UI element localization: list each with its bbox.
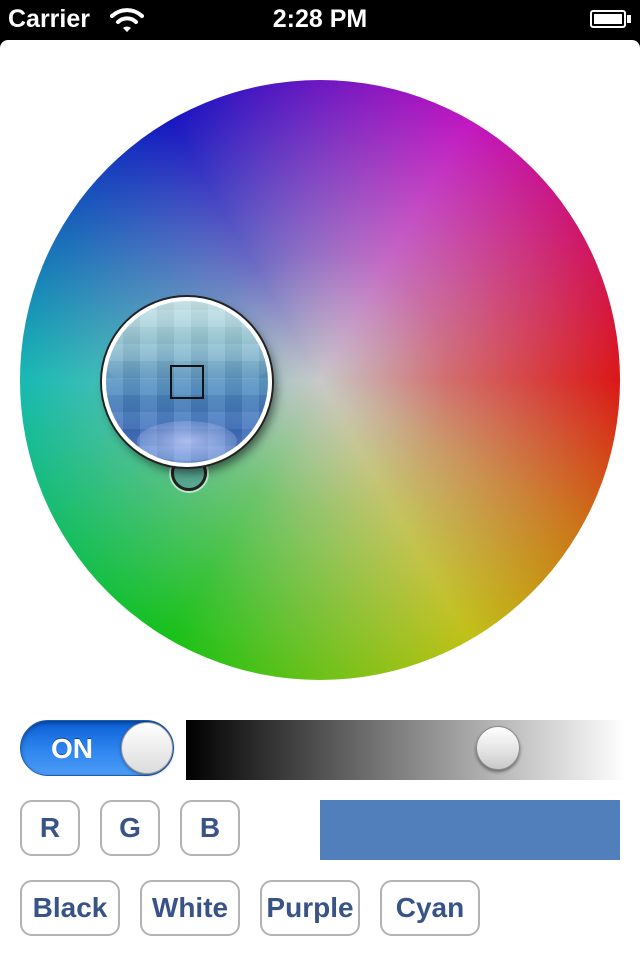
main-view: ON R G B Black White Purple Cyan xyxy=(0,40,640,960)
brightness-toggle-switch[interactable]: ON xyxy=(20,720,174,776)
status-bar: Carrier 2:28 PM xyxy=(0,0,640,40)
loupe-reticle xyxy=(170,365,204,399)
preset-black-button[interactable]: Black xyxy=(20,880,120,936)
red-channel-button[interactable]: R xyxy=(20,800,80,856)
preset-cyan-button[interactable]: Cyan xyxy=(380,880,480,936)
preset-purple-button[interactable]: Purple xyxy=(260,880,360,936)
blue-channel-button[interactable]: B xyxy=(180,800,240,856)
status-time: 2:28 PM xyxy=(272,5,368,33)
loupe-glow xyxy=(137,421,237,461)
battery-icon xyxy=(590,10,626,28)
preset-white-button[interactable]: White xyxy=(140,880,240,936)
switch-on-label: ON xyxy=(51,733,93,764)
battery-tip xyxy=(627,15,631,23)
selected-color-swatch xyxy=(320,800,620,860)
switch-knob[interactable] xyxy=(121,722,173,774)
color-magnifier-loupe xyxy=(102,297,272,467)
brightness-slider-track[interactable] xyxy=(186,720,626,780)
green-channel-button[interactable]: G xyxy=(100,800,160,856)
